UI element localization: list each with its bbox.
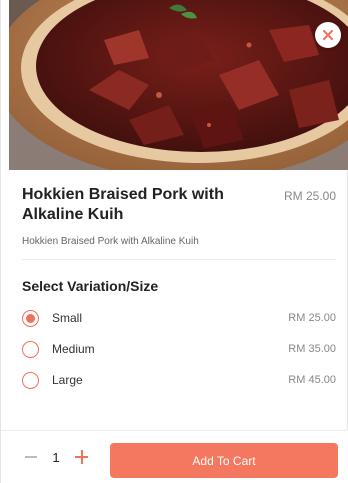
item-description: Hokkien Braised Pork with Alkaline Kuih <box>22 236 199 247</box>
add-to-cart-button[interactable]: Add To Cart <box>110 443 338 478</box>
increase-quantity-button[interactable] <box>74 445 88 469</box>
item-price: RM 25.00 <box>283 189 336 203</box>
decrease-quantity-button[interactable] <box>25 444 39 470</box>
divider <box>22 259 336 260</box>
item-detail-modal: Hokkien Braised Pork with Alkaline Kuih … <box>0 0 348 483</box>
radio-button[interactable] <box>22 340 39 358</box>
radio-button-selected[interactable] <box>22 309 39 327</box>
quantity-value: 1 <box>52 450 60 465</box>
close-icon <box>323 30 333 40</box>
option-price: RM 25.00 <box>288 312 336 324</box>
variation-heading: Select Variation/Size <box>22 278 159 294</box>
option-label: Medium <box>52 342 95 356</box>
radio-button[interactable] <box>22 371 39 389</box>
minus-icon <box>25 456 37 458</box>
variation-option-medium[interactable]: Medium RM 35.00 <box>22 338 336 360</box>
option-price: RM 45.00 <box>288 374 336 386</box>
option-label: Small <box>52 311 83 325</box>
variation-option-large[interactable]: Large RM 45.00 <box>22 369 336 391</box>
variation-option-small[interactable]: Small RM 25.00 <box>22 307 336 329</box>
option-label: Large <box>52 373 83 387</box>
close-button[interactable] <box>315 22 341 48</box>
item-title: Hokkien Braised Pork with Alkaline Kuih <box>22 186 224 223</box>
cart-footer: 1 Add To Cart <box>1 430 348 483</box>
food-image <box>9 0 348 170</box>
option-price: RM 35.00 <box>288 343 336 355</box>
